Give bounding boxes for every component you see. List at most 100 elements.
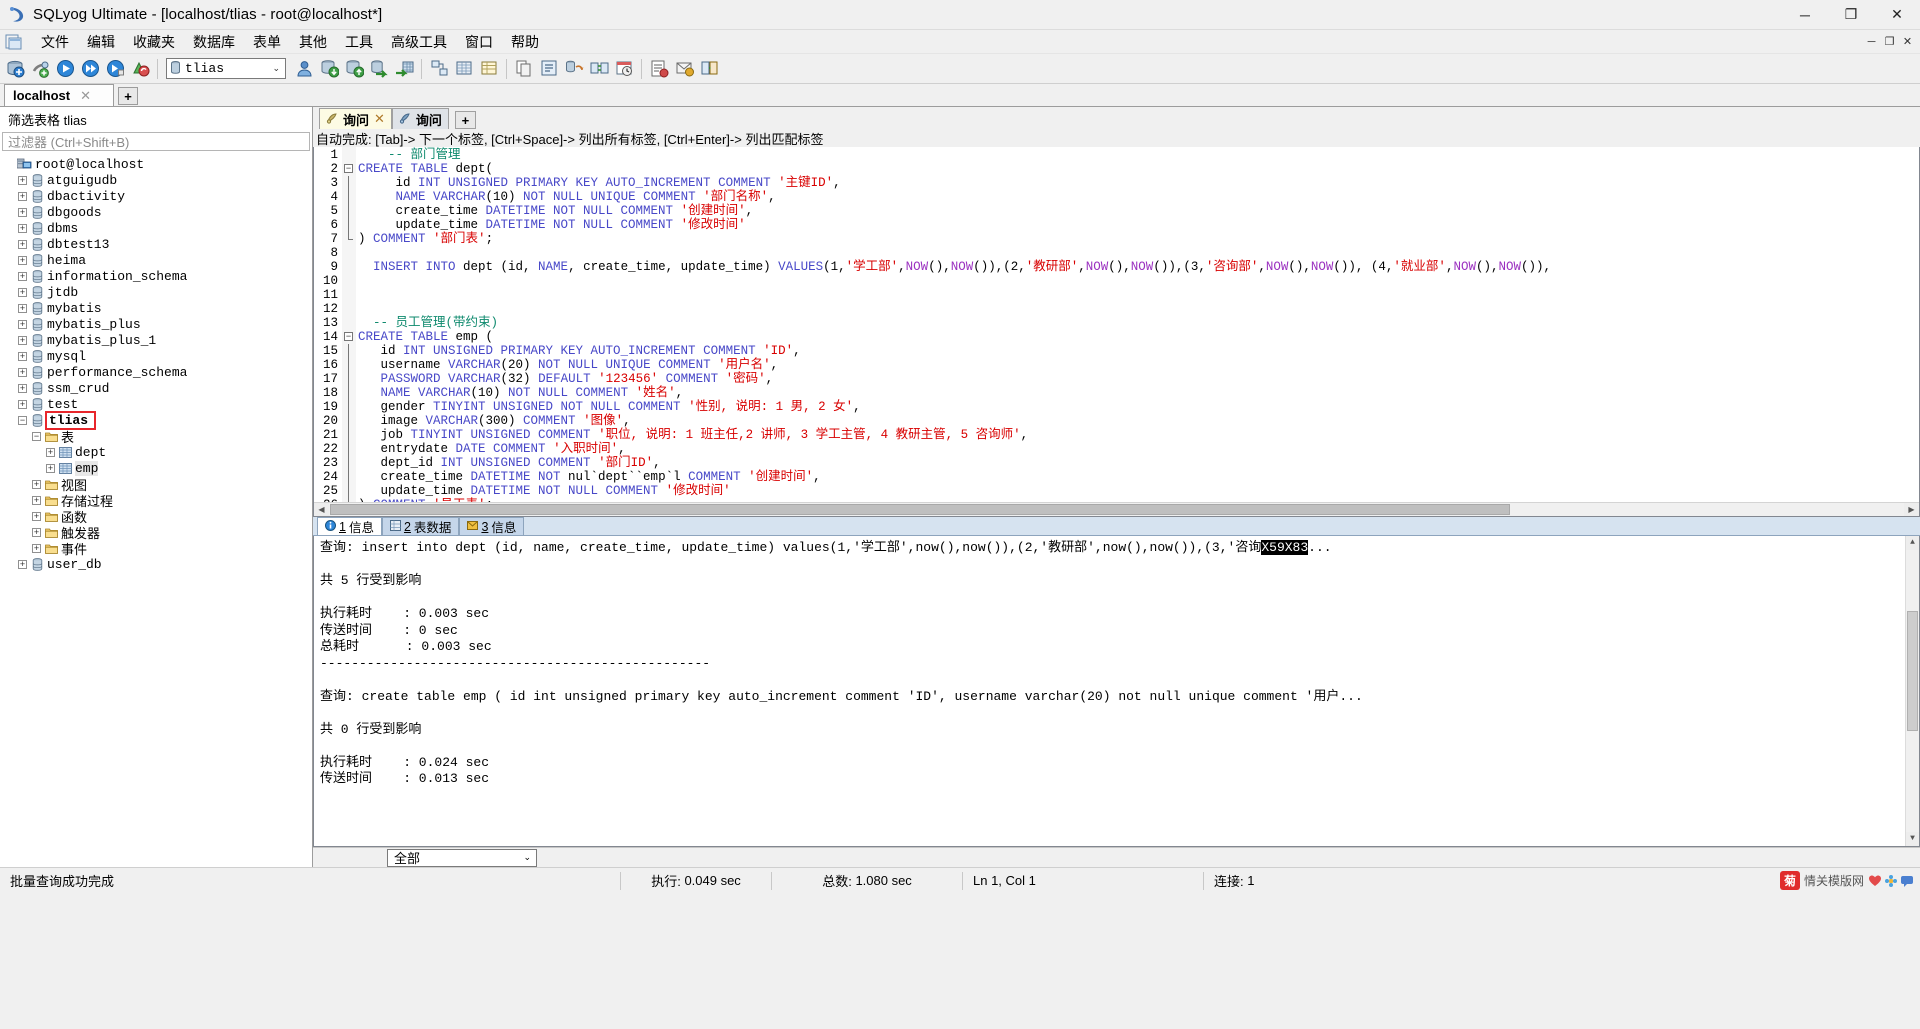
table-data-icon[interactable] [477, 57, 501, 81]
tree-node-[interactable]: − 表 [0, 428, 312, 446]
add-query-tab-button[interactable]: + [454, 111, 476, 129]
notification-services-icon[interactable] [672, 57, 696, 81]
result-tab-info-3[interactable]: 3 信息 [459, 517, 525, 535]
expand-icon[interactable]: + [18, 271, 27, 281]
scrollbar-thumb[interactable] [330, 504, 1510, 515]
collapse-icon[interactable]: − [32, 431, 41, 441]
menu-item-window[interactable]: 窗口 [456, 30, 502, 54]
database-selector[interactable]: tlias ⌄ [166, 58, 286, 79]
tree-node-atguigudb[interactable]: + atguigudb [0, 172, 312, 188]
editor-horizontal-scrollbar[interactable]: ◀ ▶ [314, 502, 1919, 516]
tree-node-dbactivity[interactable]: + dbactivity [0, 188, 312, 204]
expand-icon[interactable]: + [18, 351, 27, 361]
code-fold-gutter[interactable]: − − [342, 147, 356, 502]
menu-item-help[interactable]: 帮助 [502, 30, 548, 54]
close-button[interactable]: ✕ [1874, 0, 1920, 30]
close-icon[interactable]: ✕ [80, 88, 91, 104]
expand-icon[interactable]: + [18, 207, 27, 217]
database-tree[interactable]: root@localhost + atguigudb + dbactivity + dbgo… [0, 153, 312, 867]
menu-item-file[interactable]: 文件 [32, 30, 78, 54]
scrollbar-thumb[interactable] [1907, 611, 1918, 731]
query-builder-icon[interactable] [537, 57, 561, 81]
refresh-objects-icon[interactable] [128, 57, 152, 81]
scroll-up-arrow-icon[interactable]: ▲ [1906, 536, 1919, 550]
copy-database-icon[interactable] [512, 57, 536, 81]
tree-node-[interactable]: + 视图 [0, 476, 312, 494]
tree-node-information_schema[interactable]: + information_schema [0, 268, 312, 284]
new-connection-icon[interactable] [3, 57, 27, 81]
tree-node-dbms[interactable]: + dbms [0, 220, 312, 236]
menu-item-advanced-tools[interactable]: 高级工具 [382, 30, 456, 54]
tree-node-mybatis_plus[interactable]: + mybatis_plus [0, 316, 312, 332]
mdi-restore-button[interactable]: ❐ [1881, 33, 1898, 50]
expand-icon[interactable]: + [32, 527, 41, 537]
scroll-right-arrow-icon[interactable]: ▶ [1904, 503, 1919, 516]
tree-node-emp[interactable]: + emp [0, 460, 312, 476]
menu-item-database[interactable]: 数据库 [184, 30, 244, 54]
execute-all-icon[interactable] [78, 57, 102, 81]
expand-icon[interactable]: + [18, 559, 27, 569]
data-sync-icon[interactable] [587, 57, 611, 81]
sql-formatter-icon[interactable] [647, 57, 671, 81]
expand-icon[interactable]: + [18, 287, 27, 297]
tree-node-user_db[interactable]: + user_db [0, 556, 312, 572]
expand-icon[interactable]: + [46, 463, 55, 473]
expand-icon[interactable]: + [32, 495, 41, 505]
menu-item-form[interactable]: 表单 [244, 30, 290, 54]
tree-node-mybatis[interactable]: + mybatis [0, 300, 312, 316]
tree-node-[interactable]: + 事件 [0, 540, 312, 558]
expand-icon[interactable]: + [18, 335, 27, 345]
execute-query-icon[interactable] [53, 57, 77, 81]
expand-icon[interactable]: + [32, 543, 41, 553]
tree-node-dbtest13[interactable]: + dbtest13 [0, 236, 312, 252]
restore-database-icon[interactable] [342, 57, 366, 81]
fold-toggle-icon[interactable]: − [342, 162, 356, 176]
mdi-minimize-button[interactable]: ─ [1863, 33, 1880, 50]
sql-editor[interactable]: 1 2 3 4 5 6 7 8 9 10 11 12 13 14 15 16 17 18 19 20 21 22 23 24 2… [313, 147, 1920, 517]
add-connection-button[interactable]: + [118, 87, 138, 105]
sql-editor-body[interactable]: 1 2 3 4 5 6 7 8 9 10 11 12 13 14 15 16 17 18 19 20 21 22 23 24 2… [314, 147, 1919, 502]
tree-node-test[interactable]: + test [0, 396, 312, 412]
query-tab-1[interactable]: 询问 ✕ [319, 108, 392, 129]
menu-item-edit[interactable]: 编辑 [78, 30, 124, 54]
result-filter-combo[interactable]: 全部 ⌄ [387, 848, 537, 867]
user-manager-icon[interactable] [292, 57, 316, 81]
tree-node-heima[interactable]: + heima [0, 252, 312, 268]
migration-toolkit-icon[interactable] [697, 57, 721, 81]
menu-item-favorites[interactable]: 收藏夹 [124, 30, 184, 54]
backup-database-icon[interactable] [317, 57, 341, 81]
tree-node-[interactable]: + 存储过程 [0, 492, 312, 510]
tree-node-[interactable]: + 函数 [0, 508, 312, 526]
export-table-icon[interactable] [392, 57, 416, 81]
menu-item-other[interactable]: 其他 [290, 30, 336, 54]
tree-node-[interactable]: + 触发器 [0, 524, 312, 542]
result-tab-table-data[interactable]: 2 表数据 [381, 517, 460, 535]
scroll-down-arrow-icon[interactable]: ▼ [1906, 832, 1919, 846]
connection-tab-localhost[interactable]: localhost ✕ [4, 84, 114, 106]
tree-node-tlias[interactable]: − tlias [0, 410, 312, 430]
tree-node-rootlocalhost[interactable]: root@localhost [0, 156, 312, 172]
mdi-close-button[interactable]: ✕ [1899, 33, 1916, 50]
minimize-button[interactable]: ─ [1782, 0, 1828, 30]
scheduled-backup-icon[interactable] [612, 57, 636, 81]
menu-item-tools[interactable]: 工具 [336, 30, 382, 54]
expand-icon[interactable]: + [32, 511, 41, 521]
expand-icon[interactable]: + [18, 319, 27, 329]
tree-node-dept[interactable]: + dept [0, 444, 312, 460]
expand-icon[interactable]: + [18, 303, 27, 313]
tree-node-dbgoods[interactable]: + dbgoods [0, 204, 312, 220]
query-tab-2[interactable]: 询问 [391, 108, 449, 129]
expand-icon[interactable]: + [18, 223, 27, 233]
import-external-icon[interactable] [367, 57, 391, 81]
new-object-icon[interactable] [28, 57, 52, 81]
expand-icon[interactable]: + [18, 239, 27, 249]
result-vertical-scrollbar[interactable]: ▲ ▼ [1905, 536, 1919, 846]
expand-icon[interactable]: + [18, 175, 27, 185]
filter-input[interactable]: 过滤器 (Ctrl+Shift+B) [2, 132, 310, 151]
close-icon[interactable]: ✕ [374, 111, 385, 127]
expand-icon[interactable]: + [18, 191, 27, 201]
tree-node-mysql[interactable]: + mysql [0, 348, 312, 364]
schema-sync-icon[interactable] [562, 57, 586, 81]
execute-current-icon[interactable] [103, 57, 127, 81]
expand-icon[interactable]: + [18, 383, 27, 393]
